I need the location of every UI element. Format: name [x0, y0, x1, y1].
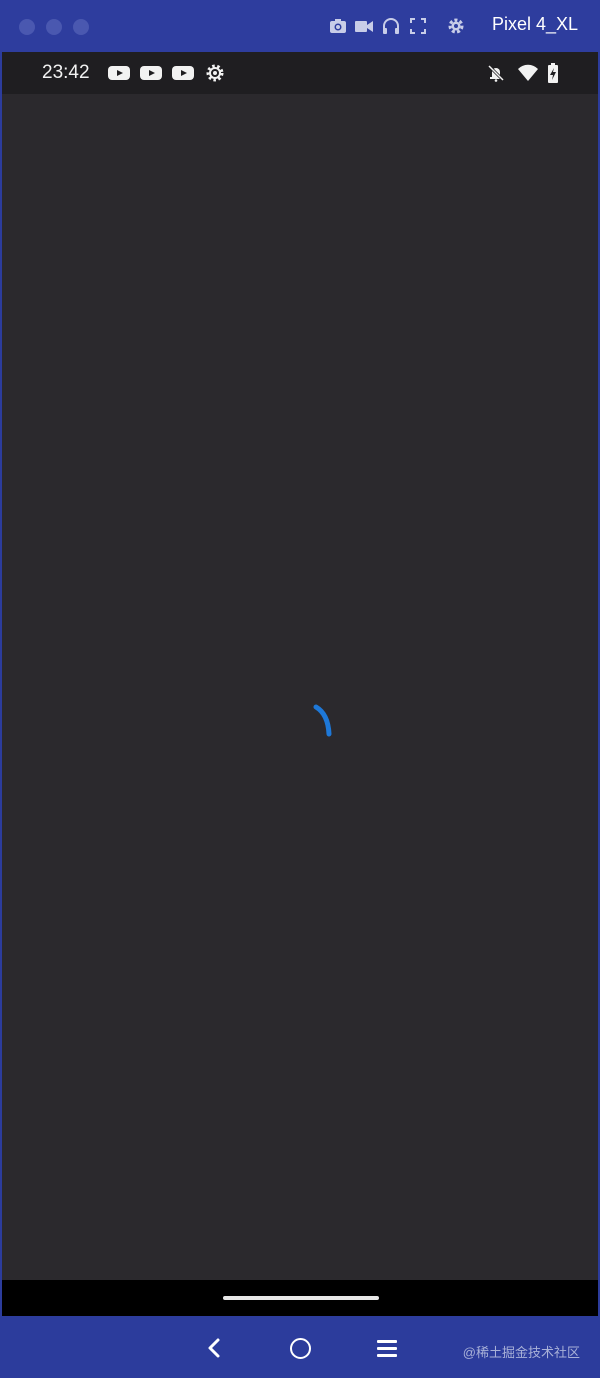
battery-charging-icon	[548, 63, 558, 83]
home-icon[interactable]	[289, 1337, 312, 1360]
device-name-label: Pixel 4_XL	[491, 14, 578, 34]
window-zoom-button[interactable]	[73, 19, 89, 35]
phone-screen: 23:42	[2, 52, 598, 1316]
loading-spinner	[313, 704, 332, 737]
android-status-bar: 23:42	[2, 52, 598, 94]
watermark-text: @稀土掘金技术社区	[462, 1345, 580, 1360]
settings-gear-icon[interactable]	[446, 16, 466, 36]
settings-gear-icon	[206, 64, 224, 82]
emulator-bottom-toolbar: @稀土掘金技术社区	[0, 1316, 600, 1378]
video-record-icon[interactable]	[354, 16, 374, 36]
youtube-icon	[172, 66, 194, 80]
headphones-icon[interactable]	[381, 16, 401, 36]
home-indicator[interactable]	[223, 1296, 379, 1300]
back-icon[interactable]	[205, 1337, 223, 1359]
emulator-title-bar: Pixel 4_XL	[0, 0, 600, 52]
youtube-icon	[108, 66, 130, 80]
fullscreen-icon[interactable]	[408, 16, 428, 36]
wifi-icon	[518, 64, 538, 81]
android-gesture-bar	[2, 1280, 598, 1316]
app-content-area	[2, 94, 598, 1280]
status-clock: 23:42	[42, 62, 90, 83]
window-close-button[interactable]	[19, 19, 35, 35]
menu-icon[interactable]	[376, 1339, 398, 1358]
notifications-off-icon	[487, 64, 505, 82]
camera-icon[interactable]	[328, 16, 348, 36]
window-minimize-button[interactable]	[46, 19, 62, 35]
youtube-icon	[140, 66, 162, 80]
